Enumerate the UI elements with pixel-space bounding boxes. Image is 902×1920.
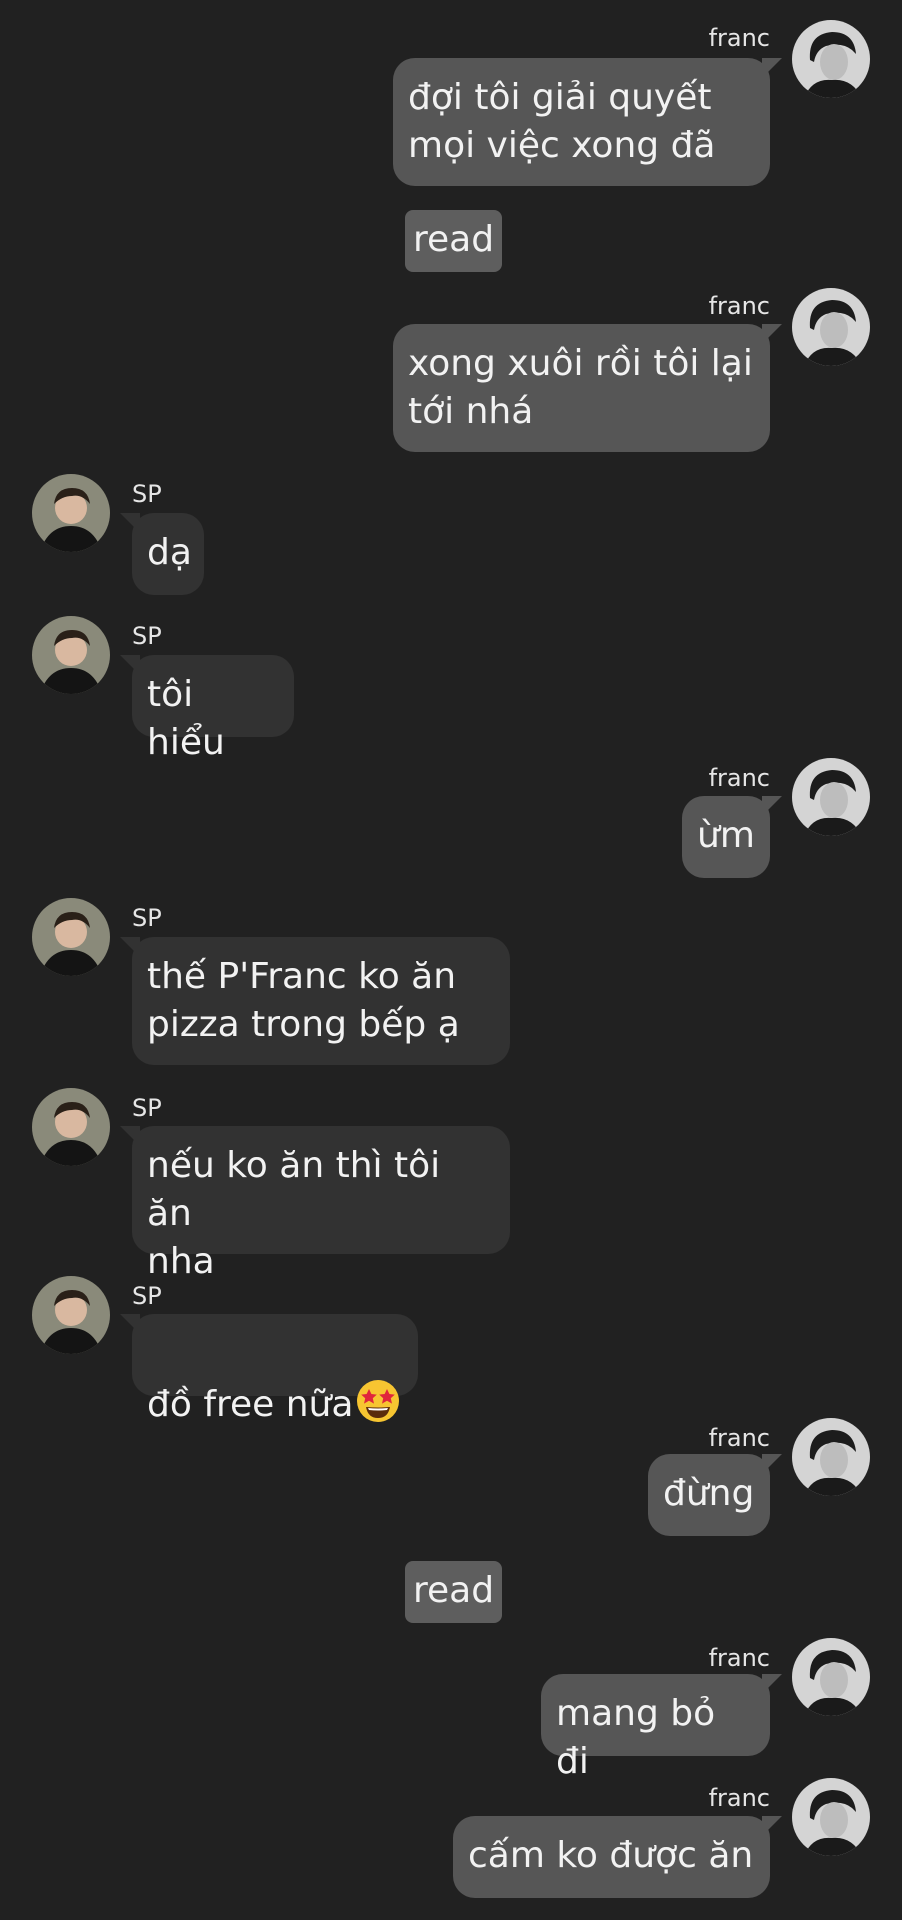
sender-name: SP bbox=[132, 622, 162, 650]
sender-name: franc bbox=[708, 1644, 770, 1672]
sp-avatar[interactable] bbox=[32, 898, 110, 976]
franc-avatar[interactable] bbox=[792, 20, 870, 98]
message-bubble[interactable]: xong xuôi rồi tôi lại tới nhá bbox=[393, 324, 782, 452]
read-receipt: read bbox=[405, 1561, 503, 1623]
message-bubble[interactable]: đừng bbox=[648, 1454, 782, 1536]
franc-avatar[interactable] bbox=[792, 1638, 870, 1716]
sender-name: SP bbox=[132, 1282, 162, 1310]
sp-avatar[interactable] bbox=[32, 1088, 110, 1166]
message-bubble[interactable]: mang bỏ đi bbox=[541, 1674, 782, 1782]
star-struck-emoji-icon bbox=[357, 1380, 400, 1422]
message-bubble[interactable]: đợi tôi giải quyết mọi việc xong đã bbox=[393, 58, 782, 186]
message-bubble[interactable]: thế P'Franc ko ăn pizza trong bếp ạ bbox=[120, 937, 510, 1065]
sp-avatar[interactable] bbox=[32, 1276, 110, 1354]
message-bubble[interactable]: tôi hiểu bbox=[120, 655, 294, 763]
sender-name: franc bbox=[708, 1424, 770, 1452]
franc-avatar[interactable] bbox=[792, 1778, 870, 1856]
sender-name: franc bbox=[708, 24, 770, 52]
sp-avatar[interactable] bbox=[32, 474, 110, 552]
sender-name: SP bbox=[132, 1094, 162, 1122]
message-text: đồ free nữa bbox=[147, 1384, 354, 1425]
message-bubble[interactable]: đồ free nữa bbox=[120, 1314, 418, 1425]
franc-avatar[interactable] bbox=[792, 288, 870, 366]
sender-name: SP bbox=[132, 480, 162, 508]
sp-avatar[interactable] bbox=[32, 616, 110, 694]
franc-avatar[interactable] bbox=[792, 758, 870, 836]
franc-avatar[interactable] bbox=[792, 1418, 870, 1496]
sender-name: SP bbox=[132, 904, 162, 932]
message-bubble[interactable]: ừm bbox=[682, 796, 782, 878]
sender-name: franc bbox=[708, 292, 770, 320]
message-bubble[interactable]: dạ bbox=[120, 513, 204, 595]
read-receipt: read bbox=[405, 210, 503, 272]
message-bubble[interactable]: cấm ko được ăn bbox=[453, 1816, 782, 1898]
sender-name: franc bbox=[708, 1784, 770, 1812]
message-bubble[interactable]: nếu ko ăn thì tôi ăn nha bbox=[120, 1126, 510, 1282]
sender-name: franc bbox=[708, 764, 770, 792]
